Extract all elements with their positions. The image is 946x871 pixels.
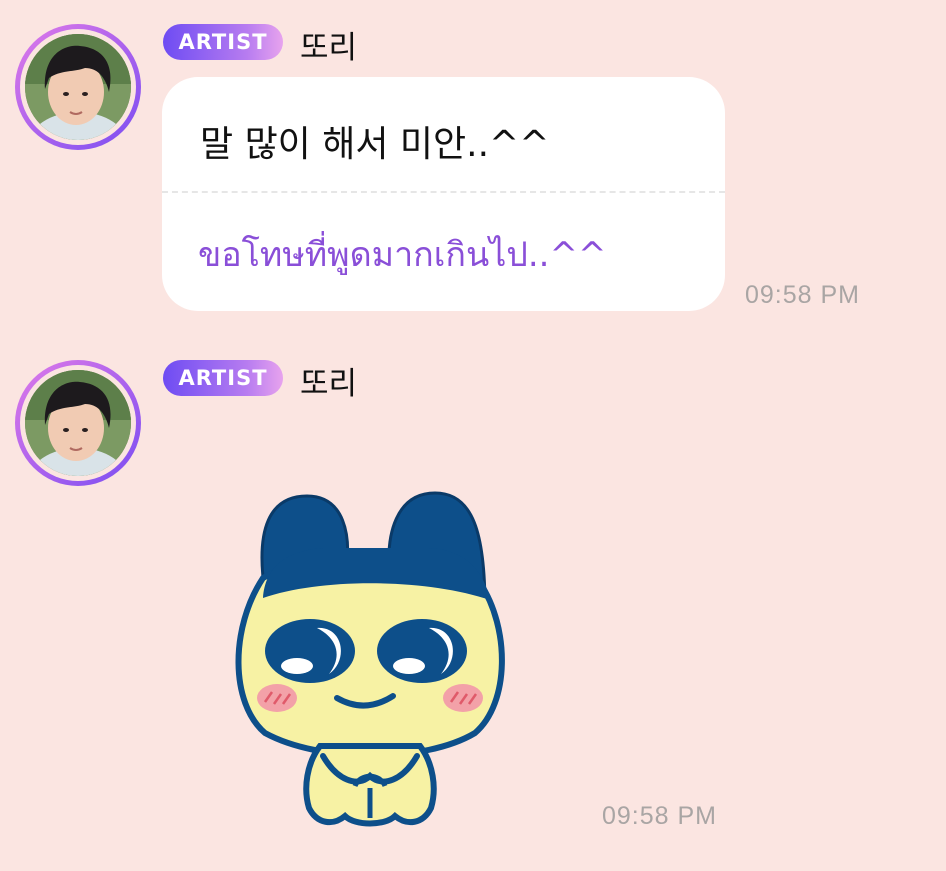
avatar-photo xyxy=(25,370,131,476)
translation-text: ขอโทษที่พูดมากเกินไป..^^ xyxy=(198,235,607,275)
mametchi-sticker[interactable] xyxy=(225,488,515,828)
avatar-photo xyxy=(25,34,131,140)
message-bubble[interactable]: 말 많이 해서 미안..^^ ขอโทษที่พูดมากเกินไป..^^ xyxy=(162,77,725,311)
bubble-divider xyxy=(162,191,725,193)
message-text: 말 많이 해서 미안..^^ xyxy=(200,124,550,165)
message-1: ARTIST 또리 말 많이 해서 미안..^^ ขอโทษที่พูดมากเ… xyxy=(0,0,946,330)
timestamp: 09:58 PM xyxy=(745,281,861,309)
timestamp: 09:58 PM xyxy=(602,802,718,830)
sender-name[interactable]: 또리 xyxy=(300,358,357,403)
artist-badge: ARTIST xyxy=(163,360,283,396)
avatar[interactable] xyxy=(15,360,141,486)
sender-name[interactable]: 또리 xyxy=(300,22,357,67)
message-2: ARTIST 또리 09:58 PM xyxy=(0,330,946,871)
artist-badge: ARTIST xyxy=(163,24,283,60)
avatar[interactable] xyxy=(15,24,141,150)
